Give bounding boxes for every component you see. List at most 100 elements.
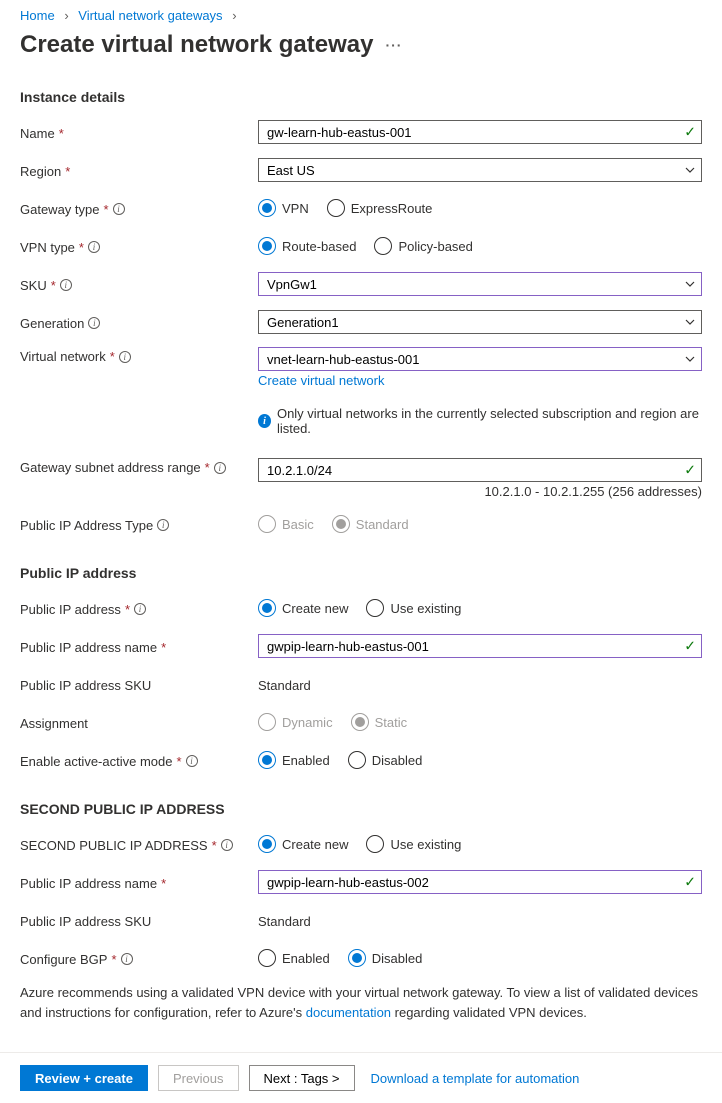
- radio-gateway-expressroute[interactable]: ExpressRoute: [327, 199, 433, 217]
- info-icon[interactable]: i: [88, 317, 100, 329]
- radio-bgp-disabled[interactable]: Disabled: [348, 949, 423, 967]
- radio-pip-create-new[interactable]: Create new: [258, 599, 348, 617]
- info-icon: i: [258, 414, 271, 428]
- section-second-pip: SECOND PUBLIC IP ADDRESS: [20, 801, 702, 817]
- pip2-name-input[interactable]: [258, 870, 702, 894]
- radio-label: Policy-based: [398, 239, 472, 254]
- info-icon[interactable]: i: [134, 603, 146, 615]
- label-pip-sku: Public IP address SKU: [20, 678, 151, 693]
- link-download-template[interactable]: Download a template for automation: [371, 1071, 580, 1086]
- info-banner-text: Only virtual networks in the currently s…: [277, 406, 702, 436]
- previous-button: Previous: [158, 1065, 239, 1091]
- link-documentation[interactable]: documentation: [306, 1005, 391, 1020]
- breadcrumb: Home › Virtual network gateways ›: [20, 0, 702, 27]
- radio-label: Use existing: [390, 601, 461, 616]
- more-actions-icon[interactable]: ···: [385, 37, 402, 53]
- radio-assign-dynamic: Dynamic: [258, 713, 333, 731]
- required-indicator: *: [111, 952, 116, 967]
- required-indicator: *: [51, 278, 56, 293]
- review-create-button[interactable]: Review + create: [20, 1065, 148, 1091]
- info-icon[interactable]: i: [88, 241, 100, 253]
- radio-gateway-vpn[interactable]: VPN: [258, 199, 309, 217]
- breadcrumb-parent[interactable]: Virtual network gateways: [78, 8, 222, 23]
- pip-sku-value: Standard: [258, 676, 702, 693]
- required-indicator: *: [161, 876, 166, 891]
- page-title-text: Create virtual network gateway: [20, 31, 373, 59]
- next-tags-button[interactable]: Next : Tags >: [249, 1065, 355, 1091]
- label-pip-address: Public IP address: [20, 602, 121, 617]
- radio-pip2-create-new[interactable]: Create new: [258, 835, 348, 853]
- pip2-sku-value: Standard: [258, 912, 702, 929]
- required-indicator: *: [205, 460, 210, 475]
- radio-pip-use-existing[interactable]: Use existing: [366, 599, 461, 617]
- info-icon[interactable]: i: [121, 953, 133, 965]
- label-pip-type: Public IP Address Type: [20, 518, 153, 533]
- info-icon[interactable]: i: [221, 839, 233, 851]
- required-indicator: *: [161, 640, 166, 655]
- info-icon[interactable]: i: [113, 203, 125, 215]
- radio-label: ExpressRoute: [351, 201, 433, 216]
- link-create-vnet[interactable]: Create virtual network: [258, 373, 384, 388]
- radio-pip-basic: Basic: [258, 515, 314, 533]
- label-sku: SKU: [20, 278, 47, 293]
- radio-label: Dynamic: [282, 715, 333, 730]
- page-title: Create virtual network gateway ···: [20, 31, 702, 59]
- radio-pip2-use-existing[interactable]: Use existing: [366, 835, 461, 853]
- chevron-right-icon: ›: [232, 8, 236, 23]
- radio-label: Disabled: [372, 951, 423, 966]
- label-active-active: Enable active-active mode: [20, 754, 172, 769]
- required-indicator: *: [212, 838, 217, 853]
- note-post: regarding validated VPN devices.: [391, 1005, 587, 1020]
- vnet-select[interactable]: [258, 347, 702, 371]
- label-name: Name: [20, 126, 55, 141]
- required-indicator: *: [79, 240, 84, 255]
- info-icon[interactable]: i: [157, 519, 169, 531]
- generation-select[interactable]: [258, 310, 702, 334]
- label-gateway-type: Gateway type: [20, 202, 100, 217]
- section-instance-details: Instance details: [20, 89, 702, 105]
- required-indicator: *: [104, 202, 109, 217]
- label-configure-bgp: Configure BGP: [20, 952, 107, 967]
- subnet-range-input[interactable]: [258, 458, 702, 482]
- required-indicator: *: [59, 126, 64, 141]
- label-vpn-type: VPN type: [20, 240, 75, 255]
- required-indicator: *: [110, 349, 115, 364]
- info-icon[interactable]: i: [186, 755, 198, 767]
- radio-label: Disabled: [372, 753, 423, 768]
- required-indicator: *: [125, 602, 130, 617]
- radio-vpn-route[interactable]: Route-based: [258, 237, 356, 255]
- radio-label: VPN: [282, 201, 309, 216]
- radio-label: Enabled: [282, 753, 330, 768]
- sku-select[interactable]: [258, 272, 702, 296]
- name-input[interactable]: [258, 120, 702, 144]
- region-select[interactable]: [258, 158, 702, 182]
- footer-bar: Review + create Previous Next : Tags > D…: [0, 1052, 722, 1103]
- radio-label: Standard: [356, 517, 409, 532]
- radio-label: Route-based: [282, 239, 356, 254]
- info-banner-vnet: i Only virtual networks in the currently…: [258, 406, 702, 436]
- radio-vpn-policy[interactable]: Policy-based: [374, 237, 472, 255]
- label-subnet-range: Gateway subnet address range: [20, 460, 201, 475]
- radio-aa-disabled[interactable]: Disabled: [348, 751, 423, 769]
- radio-label: Create new: [282, 601, 348, 616]
- breadcrumb-home[interactable]: Home: [20, 8, 55, 23]
- info-icon[interactable]: i: [60, 279, 72, 291]
- radio-aa-enabled[interactable]: Enabled: [258, 751, 330, 769]
- radio-pip-standard: Standard: [332, 515, 409, 533]
- required-indicator: *: [65, 164, 70, 179]
- label-assignment: Assignment: [20, 716, 88, 731]
- radio-label: Use existing: [390, 837, 461, 852]
- label-vnet: Virtual network: [20, 349, 106, 364]
- pip-name-input[interactable]: [258, 634, 702, 658]
- label-generation: Generation: [20, 316, 84, 331]
- subnet-range-hint: 10.2.1.0 - 10.2.1.255 (256 addresses): [258, 484, 702, 499]
- info-icon[interactable]: i: [214, 462, 226, 474]
- info-icon[interactable]: i: [119, 351, 131, 363]
- radio-bgp-enabled[interactable]: Enabled: [258, 949, 330, 967]
- label-pip-name: Public IP address name: [20, 640, 157, 655]
- radio-label: Static: [375, 715, 408, 730]
- section-public-ip: Public IP address: [20, 565, 702, 581]
- label-pip2-name: Public IP address name: [20, 876, 157, 891]
- radio-assign-static: Static: [351, 713, 408, 731]
- radio-label: Basic: [282, 517, 314, 532]
